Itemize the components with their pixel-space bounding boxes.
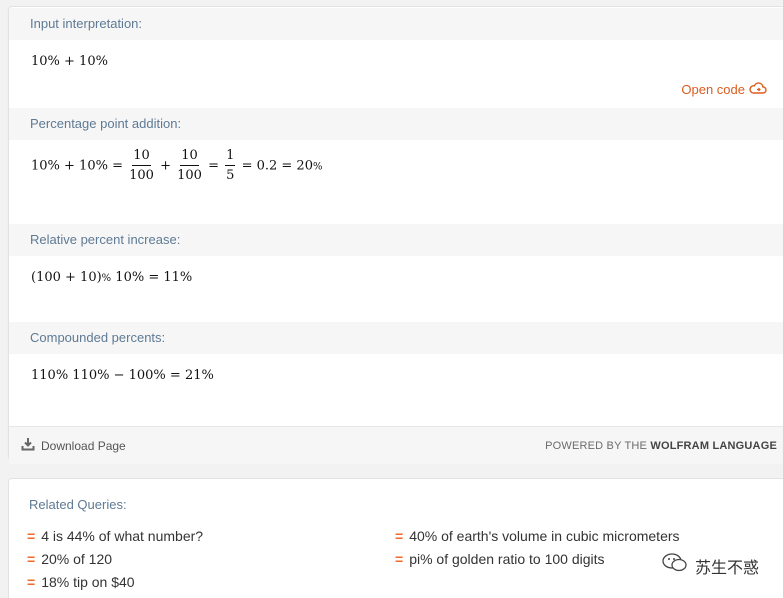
fraction-3-denominator: 5 xyxy=(226,168,235,183)
fraction-3-numerator: 1 xyxy=(225,148,236,166)
results-card: Input interpretation: 10% + 10% Open cod… xyxy=(8,6,783,464)
wechat-icon xyxy=(661,552,689,579)
expr-lhs: 10% + 10% = xyxy=(31,158,123,174)
related-query-text: pi% of golden ratio to 100 digits xyxy=(409,551,605,567)
input-expression: 10% + 10% xyxy=(31,54,108,69)
results-footer: Download Page POWERED BY THE WOLFRAM LAN… xyxy=(9,426,783,464)
expr-tail-percent: % xyxy=(312,161,323,173)
equals-marker: = xyxy=(395,551,404,567)
fraction-2-numerator: 10 xyxy=(180,148,199,166)
download-page-button[interactable]: Download Page xyxy=(21,437,126,454)
powered-by-prefix: POWERED BY THE xyxy=(545,439,651,452)
open-code-link[interactable]: Open code xyxy=(681,81,767,98)
equals-marker: = xyxy=(27,574,36,590)
related-query-text: 18% tip on $40 xyxy=(41,574,135,590)
fraction-1-numerator: 10 xyxy=(132,148,151,166)
related-query-item[interactable]: = pi% of golden ratio to 100 digits xyxy=(395,551,605,567)
download-page-label: Download Page xyxy=(41,438,126,453)
pod-header-input-interpretation: Input interpretation: xyxy=(9,8,783,40)
powered-by[interactable]: POWERED BY THE WOLFRAM LANGUAGE xyxy=(545,440,777,452)
equals-marker: = xyxy=(395,528,404,544)
related-query-text: 40% of earth's volume in cubic micromete… xyxy=(409,528,680,544)
related-query-item[interactable]: = 40% of earth's volume in cubic microme… xyxy=(395,528,680,544)
percentage-point-expression: 10% + 10% = 10 100 + 10 100 = 1 5 = 0.2 … xyxy=(31,148,323,184)
open-code-label: Open code xyxy=(681,82,745,97)
related-queries-card: Related Queries: = 4 is 44% of what numb… xyxy=(8,478,783,598)
related-query-item[interactable]: = 18% tip on $40 xyxy=(27,574,135,590)
compounded-expression: 110% 110% − 100% = 21% xyxy=(31,368,214,383)
relative-increase-expression: (100 + 10)% 10% = 11% xyxy=(31,270,192,285)
pod-header-percentage-point-addition: Percentage point addition: xyxy=(9,108,783,140)
expr-tail: = 0.2 = 20 xyxy=(241,158,313,174)
related-query-item[interactable]: = 20% of 120 xyxy=(27,551,112,567)
equals-sign: = xyxy=(208,158,220,174)
related-query-text: 20% of 120 xyxy=(41,551,113,567)
related-query-item[interactable]: = 4 is 44% of what number? xyxy=(27,528,203,544)
cloud-code-icon xyxy=(749,81,767,98)
equals-marker: = xyxy=(27,528,36,544)
expr-small-percent: % xyxy=(101,273,112,284)
pod-header-compounded-percents: Compounded percents: xyxy=(9,322,783,354)
fraction-2-denominator: 100 xyxy=(177,168,202,183)
watermark-text: 苏生不惑 xyxy=(694,559,759,577)
fraction-3: 1 5 xyxy=(225,148,236,184)
expr-pre: (100 + 10) xyxy=(31,270,102,285)
pod-header-relative-percent-increase: Relative percent increase: xyxy=(9,224,783,256)
related-query-text: 4 is 44% of what number? xyxy=(41,528,204,544)
fraction-1-denominator: 100 xyxy=(129,168,154,183)
powered-by-brand: WOLFRAM LANGUAGE xyxy=(650,439,777,452)
fraction-2: 10 100 xyxy=(177,148,202,184)
equals-marker: = xyxy=(27,551,36,567)
expr-post: 10% = 11% xyxy=(111,270,193,285)
related-queries-title: Related Queries: xyxy=(29,497,127,512)
download-icon xyxy=(21,437,35,454)
plus-sign: + xyxy=(160,158,171,174)
fraction-1: 10 100 xyxy=(129,148,154,184)
watermark: 苏生不惑 xyxy=(661,552,759,579)
